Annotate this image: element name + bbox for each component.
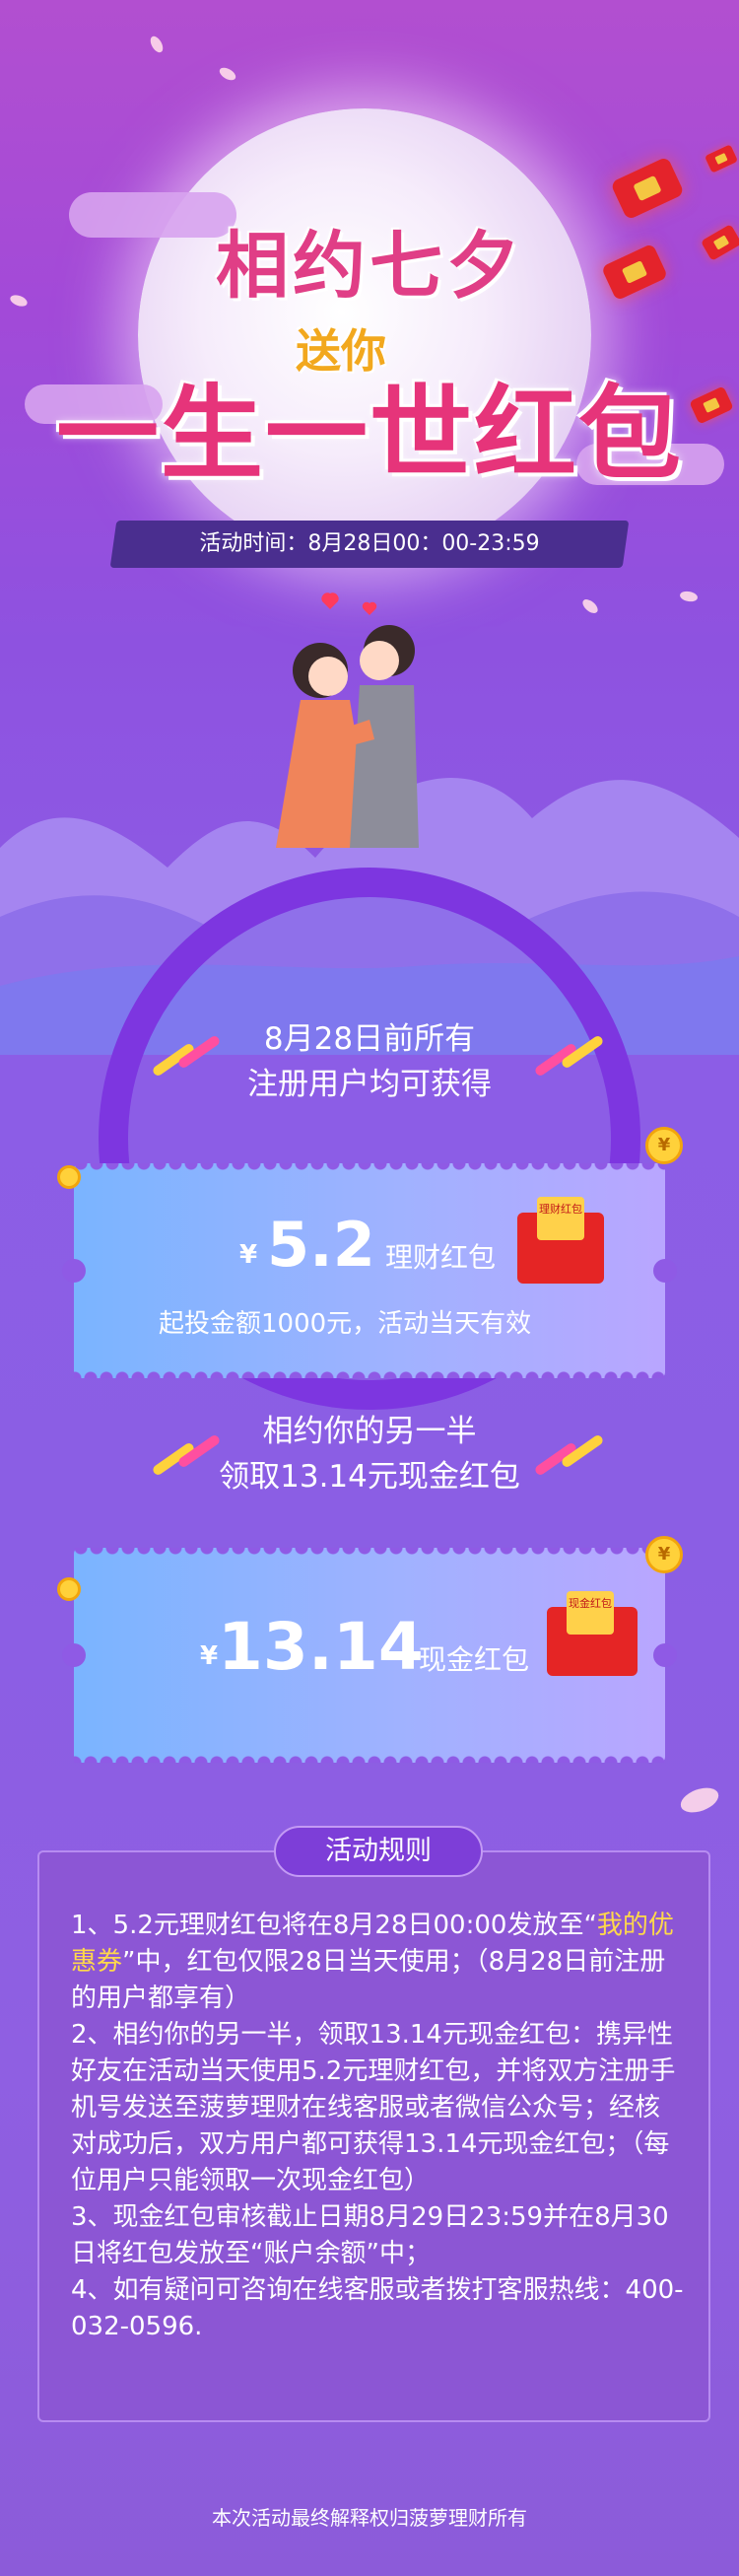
coupon1-currency: ¥ <box>239 1240 258 1270</box>
petal-icon <box>679 590 699 603</box>
coupon-notch <box>653 1643 677 1667</box>
coupon1-label: 理财红包 <box>385 1241 497 1274</box>
envelope-card: 理财红包 <box>537 1197 584 1240</box>
activity-time: 活动时间：8月28日00：00-23:59 <box>199 531 540 556</box>
red-envelope-icon: 现金红包 <box>547 1591 638 1676</box>
petal-icon <box>579 596 601 616</box>
coupon-cash[interactable]: ¥ 13.14 现金红包 现金红包 <box>62 1548 677 1763</box>
section1-line1: 8月28日前所有 <box>263 1021 476 1057</box>
red-envelope-icon <box>704 144 739 174</box>
rule-item-4: 4、如有疑问可咨询在线客服或者拨打客服热线：400-032-0596. <box>71 2275 684 2341</box>
coupon-edge <box>74 1548 665 1558</box>
coupon-notch <box>653 1259 677 1283</box>
petal-icon <box>148 34 166 55</box>
coin-icon: ¥ <box>645 1536 683 1573</box>
rule-item-3: 3、现金红包审核截止日期8月29日23:59并在8月30日将红包发放至“账户余额… <box>71 2202 669 2268</box>
coupon-financial[interactable]: ¥ 5.2 理财红包 起投金额1000元，活动当天有效 理财红包 <box>62 1163 677 1378</box>
rule-item-2: 2、相约你的另一半，领取13.14元现金红包：携异性好友在活动当天使用5.2元理… <box>71 2020 676 2195</box>
rules-list: 1、5.2元理财红包将在8月28日00:00发放至“我的优惠券”中，红包仅限28… <box>71 1908 684 2345</box>
section2-line2: 领取13.14元现金红包 <box>219 1459 520 1495</box>
rule1-text: 1、5.2元理财红包将在8月28日00:00发放至“ <box>71 1911 597 1940</box>
coupon2-currency: ¥ <box>200 1641 219 1671</box>
coupon-edge <box>74 1753 665 1763</box>
coin-icon <box>57 1165 81 1189</box>
coupon1-amount: 5.2 <box>267 1209 375 1281</box>
rule1-text-end: ”中，红包仅限28日当天使用；（8月28日前注册的用户都享有） <box>71 1947 666 2013</box>
page: 相约七夕 送你 一生一世红包 活动时间：8月28日00：00-23:59 8月2… <box>0 0 739 2576</box>
rules-tag: 活动规则 <box>274 1826 483 1877</box>
title-line1: 相约七夕 <box>216 224 523 309</box>
envelope-card: 现金红包 <box>567 1591 614 1635</box>
coupon2-amount: 13.14 <box>218 1609 424 1685</box>
coupon-edge <box>74 1368 665 1378</box>
red-envelope-icon: 理财红包 <box>517 1197 604 1284</box>
coupon-notch <box>62 1259 86 1283</box>
coupon2-label: 现金红包 <box>419 1643 530 1676</box>
petal-icon <box>217 65 238 83</box>
coin-icon <box>57 1577 81 1601</box>
title-line2: 一生一世红包 <box>55 374 683 494</box>
footer-note: 本次活动最终解释权归菠萝理财所有 <box>212 2506 527 2530</box>
section1-line2: 注册用户均可获得 <box>247 1067 492 1102</box>
rule-item-1: 1、5.2元理财红包将在8月28日00:00发放至“我的优惠券”中，红包仅限28… <box>71 1908 684 2017</box>
coupon-edge <box>74 1163 665 1173</box>
petal-icon <box>677 1782 722 1818</box>
section2-line1: 相约你的另一半 <box>262 1414 477 1449</box>
couple-illustration <box>276 592 419 848</box>
coupon-notch <box>62 1643 86 1667</box>
coin-icon: ¥ <box>645 1127 683 1164</box>
coupon1-note: 起投金额1000元，活动当天有效 <box>159 1309 532 1339</box>
